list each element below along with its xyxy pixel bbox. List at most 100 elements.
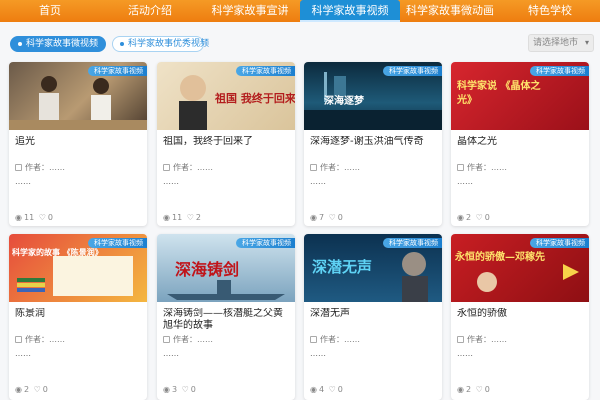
chevron-down-icon: ▾ [584, 38, 589, 47]
video-thumbnail[interactable]: 科学家故事视频 [9, 62, 147, 130]
view-count: 7 [318, 213, 325, 222]
view-count: 11 [171, 213, 183, 222]
video-card[interactable]: 深潜无声 科学家故事视频 深潜无声 作者：…… …… ◉ 4 ♡ 0 [304, 234, 442, 400]
thumb-up-icon[interactable]: ♡ [476, 385, 483, 394]
author-text: 作者：…… [173, 335, 213, 344]
video-stats: ◉ 2 ♡ 0 [451, 385, 589, 395]
like-count: 2 [195, 213, 201, 222]
video-author: 作者：…… [9, 334, 147, 345]
video-thumbnail[interactable]: 深海逐梦 科学家故事视频 [304, 62, 442, 130]
video-card[interactable]: 深海铸剑 科学家故事视频 深海铸剑——核潜艇之父黄旭华的故事 作者：…… …… … [157, 234, 295, 400]
video-thumbnail[interactable]: 深潜无声 科学家故事视频 [304, 234, 442, 302]
author-icon [310, 336, 317, 343]
thumb-up-icon[interactable]: ♡ [476, 213, 483, 222]
video-stats: ◉ 4 ♡ 0 [304, 385, 442, 395]
eye-icon: ◉ [310, 213, 317, 222]
video-card[interactable]: 科学家故事视频 追光 作者：…… …… ◉ 11 ♡ 0 [9, 62, 147, 226]
nav-item-animation[interactable]: 科学家故事微动画 [400, 0, 500, 22]
video-author: 作者：…… [157, 334, 295, 345]
author-text: 作者：…… [320, 163, 360, 172]
nav-item-intro[interactable]: 活动介绍 [100, 0, 200, 22]
tab-label: 科学家故事微视频 [26, 39, 99, 49]
view-count: 2 [23, 385, 30, 394]
video-author: 作者：…… [304, 334, 442, 345]
like-count: 0 [190, 385, 196, 394]
author-icon [310, 164, 317, 171]
video-title[interactable]: 深海铸剑——核潜艇之父黄旭华的故事 [157, 308, 295, 334]
like-count: 0 [42, 385, 48, 394]
category-badge: 科学家故事视频 [530, 66, 589, 76]
video-card[interactable]: 祖国 我终于回来了 科学家故事视频 祖国，我终于回来了 作者：…… …… ◉11… [157, 62, 295, 226]
video-author: 作者：…… [157, 162, 295, 173]
thumb-up-icon[interactable]: ♡ [182, 385, 189, 394]
video-title[interactable]: 陈景润 [9, 308, 147, 334]
eye-icon: ◉ [163, 213, 170, 222]
author-icon [15, 336, 22, 343]
author-text: 作者：…… [320, 335, 360, 344]
nav-item-video[interactable]: 科学家故事视频 [300, 0, 400, 22]
thumb-up-icon[interactable]: ♡ [329, 385, 336, 394]
like-count: 0 [337, 385, 343, 394]
thumb-up-icon[interactable]: ♡ [34, 385, 41, 394]
video-description: …… [457, 177, 473, 186]
author-text: 作者：…… [467, 335, 507, 344]
like-count: 0 [47, 213, 53, 222]
video-card[interactable]: 科学家的故事 《陈景润》 科学家故事视频 陈景润 作者：…… …… ◉ 2 ♡ 0 [9, 234, 147, 400]
video-stats: ◉ 3 ♡ 0 [157, 385, 295, 395]
video-description: …… [15, 177, 31, 186]
video-title[interactable]: 追光 [9, 136, 147, 162]
author-text: 作者：…… [173, 163, 213, 172]
nav-item-schools[interactable]: 特色学校 [500, 0, 600, 22]
video-stats: ◉ 11 ♡ 0 [9, 213, 147, 223]
eye-icon: ◉ [457, 385, 464, 394]
view-count: 11 [23, 213, 35, 222]
like-count: 0 [484, 385, 490, 394]
eye-icon: ◉ [457, 213, 464, 222]
tab-excellent-video[interactable]: 科学家故事优秀视频 [112, 36, 209, 52]
thumb-up-icon[interactable]: ♡ [187, 213, 194, 222]
city-select-placeholder: 请选择地市 [533, 38, 579, 48]
video-card[interactable]: 永恒的骄傲—邓稼先 科学家故事视频 永恒的骄傲 作者：…… …… ◉ 2 ♡ 0 [451, 234, 589, 400]
video-stats: ◉ 2 ♡ 0 [451, 213, 589, 223]
video-card[interactable]: 科学家说 《晶体之光》 科学家故事视频 晶体之光 作者：…… …… ◉ 2 ♡ 0 [451, 62, 589, 226]
video-stats: ◉ 11 ♡ 2 [157, 213, 295, 223]
thumbnail-caption: 深海逐梦 [324, 96, 364, 107]
thumbnail-caption: 深海铸剑 [175, 260, 240, 279]
view-count: 2 [465, 385, 472, 394]
video-thumbnail[interactable]: 深海铸剑 科学家故事视频 [157, 234, 295, 302]
view-count: 4 [318, 385, 325, 394]
video-title[interactable]: 深海逐梦-谢玉洪油气传奇 [304, 136, 442, 162]
video-author: 作者：…… [9, 162, 147, 173]
view-count: 3 [171, 385, 178, 394]
tab-micro-video[interactable]: 科学家故事微视频 [10, 36, 106, 52]
nav-item-lecture[interactable]: 科学家故事宣讲 [200, 0, 300, 22]
video-author: 作者：…… [451, 334, 589, 345]
video-description: …… [15, 349, 31, 358]
eye-icon: ◉ [310, 385, 317, 394]
category-badge: 科学家故事视频 [88, 66, 147, 76]
video-thumbnail[interactable]: 永恒的骄傲—邓稼先 科学家故事视频 [451, 234, 589, 302]
video-thumbnail[interactable]: 科学家的故事 《陈景润》 科学家故事视频 [9, 234, 147, 302]
category-badge: 科学家故事视频 [383, 66, 442, 76]
like-count: 0 [484, 213, 490, 222]
video-thumbnail[interactable]: 科学家说 《晶体之光》 科学家故事视频 [451, 62, 589, 130]
author-icon [15, 164, 22, 171]
thumb-up-icon[interactable]: ♡ [39, 213, 46, 222]
video-card[interactable]: 深海逐梦 科学家故事视频 深海逐梦-谢玉洪油气传奇 作者：…… …… ◉ 7 ♡ 0 [304, 62, 442, 226]
city-select[interactable]: 请选择地市 ▾ [528, 34, 594, 52]
view-count: 2 [465, 213, 472, 222]
thumb-up-icon[interactable]: ♡ [329, 213, 336, 222]
like-count: 0 [337, 213, 343, 222]
video-thumbnail[interactable]: 祖国 我终于回来了 科学家故事视频 [157, 62, 295, 130]
nav-item-home[interactable]: 首页 [0, 0, 100, 22]
video-title[interactable]: 深潜无声 [304, 308, 442, 334]
video-title[interactable]: 祖国，我终于回来了 [157, 136, 295, 162]
thumbnail-caption: 永恒的骄傲—邓稼先 [455, 252, 545, 263]
thumbnail-caption: 科学家说 《晶体之光》 [457, 81, 541, 106]
author-icon [457, 336, 464, 343]
video-title[interactable]: 晶体之光 [451, 136, 589, 162]
author-text: 作者：…… [25, 163, 65, 172]
video-title[interactable]: 永恒的骄傲 [451, 308, 589, 334]
category-badge: 科学家故事视频 [236, 238, 295, 248]
author-icon [163, 336, 170, 343]
